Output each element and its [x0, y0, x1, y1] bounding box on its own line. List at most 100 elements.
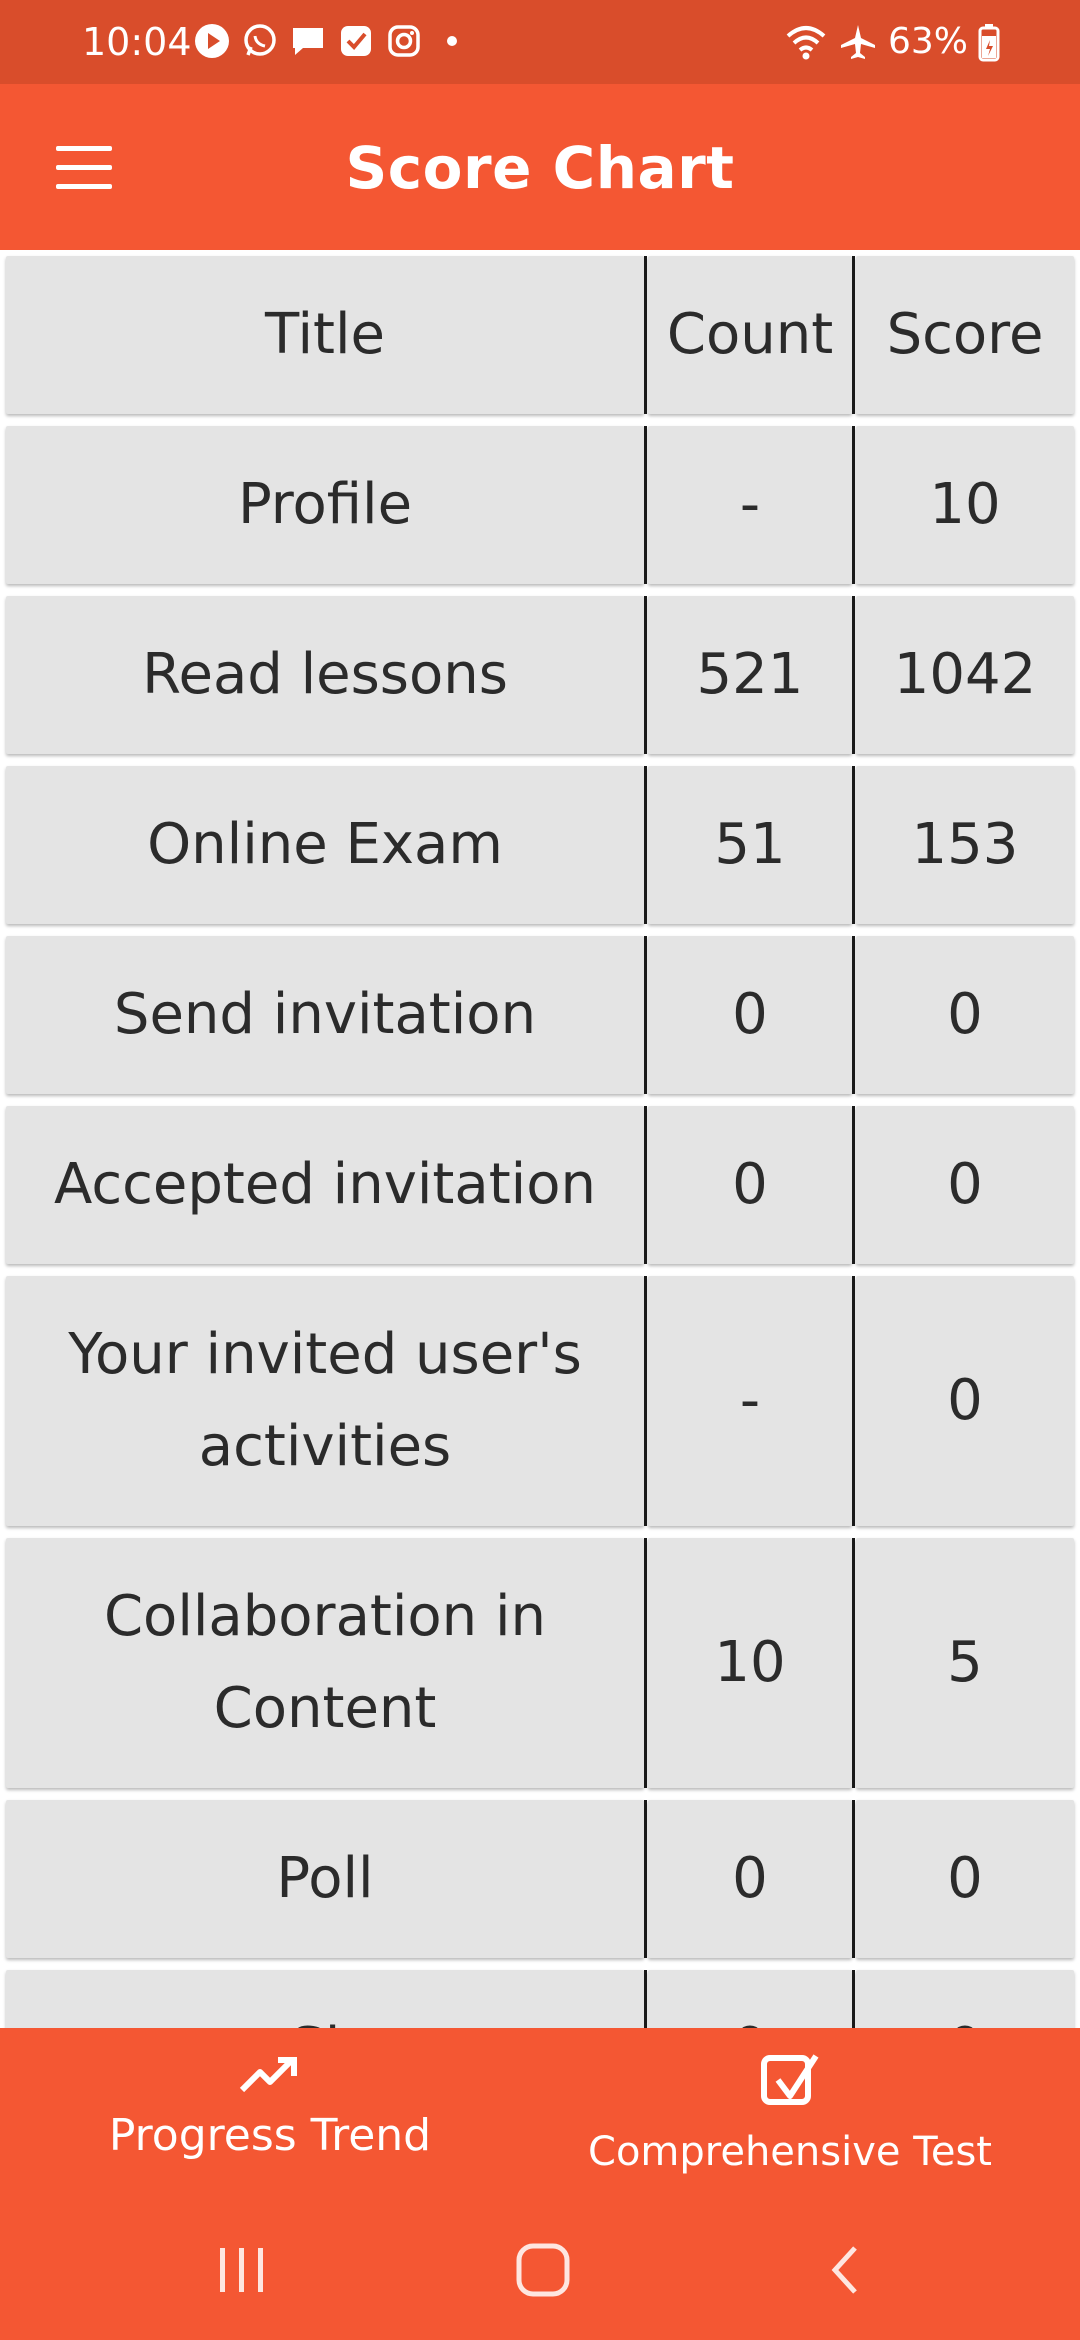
- row-count-cell: 51: [648, 766, 852, 924]
- table-row: Accepted invitation 0 0: [0, 1100, 1080, 1270]
- row-count: 51: [714, 812, 786, 877]
- row-title-cell: Online Exam: [6, 766, 644, 924]
- row-count: 0: [732, 1846, 768, 1911]
- row-score: 0: [947, 1368, 983, 1433]
- header-title: Title: [6, 256, 644, 414]
- column-divider: [852, 1970, 855, 2028]
- column-divider: [644, 936, 647, 1094]
- row-count: -: [739, 1368, 761, 1433]
- play-icon: [195, 24, 229, 58]
- recents-icon[interactable]: [182, 2220, 302, 2320]
- column-divider: [852, 936, 855, 1094]
- row-score: 0: [947, 982, 983, 1047]
- row-count: -: [739, 472, 761, 537]
- row-title: Send invitation: [113, 982, 537, 1047]
- table-row: Send invitation 0 0: [0, 930, 1080, 1100]
- row-count-cell: 0: [648, 936, 852, 1094]
- whatsapp-icon: [244, 24, 276, 56]
- column-divider: [644, 1276, 647, 1526]
- comprehensive-test-button[interactable]: Comprehensive Test: [520, 2050, 1060, 2210]
- row-title: Online Exam: [147, 812, 503, 877]
- row-count: 521: [696, 642, 804, 707]
- row-score: 5: [947, 1630, 983, 1695]
- row-score-cell: 5: [856, 1538, 1074, 1788]
- table-row: Profile - 10: [0, 420, 1080, 590]
- row-score: 10: [929, 472, 1001, 537]
- row-title-cell: Accepted invitation: [6, 1106, 644, 1264]
- row-score-cell: 0: [856, 1276, 1074, 1526]
- row-score-cell: 0: [856, 1106, 1074, 1264]
- row-title: Accepted invitation: [54, 1152, 596, 1217]
- row-score-cell: 0: [856, 936, 1074, 1094]
- row-score: 0: [947, 1846, 983, 1911]
- row-score-cell: 0: [856, 1970, 1074, 2028]
- column-divider: [852, 426, 855, 584]
- row-title-cell: Sh: [6, 1970, 644, 2028]
- column-divider: [644, 766, 647, 924]
- row-title: Your invited user's activities: [68, 1322, 582, 1479]
- progress-trend-button[interactable]: Progress Trend: [0, 2050, 540, 2210]
- row-count: 10: [714, 1630, 786, 1695]
- status-bar: 10:04 63%: [0, 0, 1080, 84]
- column-divider: [852, 1800, 855, 1958]
- row-score-cell: 0: [856, 1800, 1074, 1958]
- column-divider: [644, 426, 647, 584]
- row-title-cell: Your invited user's activities: [6, 1276, 644, 1526]
- airplane-icon: [840, 25, 875, 59]
- checkbox-app-icon: [341, 26, 371, 56]
- row-count: 0: [732, 982, 768, 1047]
- instagram-icon: [388, 25, 420, 57]
- table-row: Read lessons 521 1042: [0, 590, 1080, 760]
- column-divider: [852, 596, 855, 754]
- header-count-text: Count: [666, 302, 834, 367]
- row-score: 1042: [893, 642, 1037, 707]
- row-count-cell: 0: [648, 1800, 852, 1958]
- score-table[interactable]: Title Count Score Profile - 10 Read less…: [0, 250, 1080, 2028]
- progress-trend-label: Progress Trend: [108, 2110, 432, 2161]
- row-title-cell: Collaboration in Content: [6, 1538, 644, 1788]
- column-divider: [644, 596, 647, 754]
- column-divider: [852, 1538, 855, 1788]
- back-icon[interactable]: [786, 2220, 906, 2320]
- home-icon[interactable]: [483, 2220, 603, 2320]
- row-title-cell: Send invitation: [6, 936, 644, 1094]
- dot-icon: [447, 36, 457, 46]
- table-row: Poll 0 0: [0, 1794, 1080, 1964]
- row-count-cell: -: [648, 426, 852, 584]
- row-score-cell: 10: [856, 426, 1074, 584]
- row-count-cell: -: [648, 1276, 852, 1526]
- trending-up-icon: [239, 2057, 297, 2093]
- table-row: Online Exam 51 153: [0, 760, 1080, 930]
- table-header-row: Title Count Score: [0, 250, 1080, 420]
- column-divider: [852, 766, 855, 924]
- row-count: 0: [712, 2003, 788, 2028]
- message-icon: [293, 28, 323, 55]
- column-divider: [852, 1106, 855, 1264]
- row-title: Collaboration in Content: [103, 1584, 547, 1741]
- header-score: Score: [856, 256, 1074, 414]
- row-score-cell: 153: [856, 766, 1074, 924]
- column-divider: [644, 1970, 647, 2028]
- row-title: Poll: [276, 1846, 374, 1911]
- wifi-icon: [786, 26, 826, 60]
- table-row: Your invited user's activities - 0: [0, 1270, 1080, 1532]
- comprehensive-test-label: Comprehensive Test: [588, 2129, 992, 2175]
- column-divider: [644, 1106, 647, 1264]
- system-nav-bar: [0, 2220, 1080, 2320]
- row-score: 0: [947, 1152, 983, 1217]
- row-title-cell: Read lessons: [6, 596, 644, 754]
- column-divider: [852, 1276, 855, 1526]
- header-count: Count: [648, 256, 852, 414]
- row-title: Profile: [237, 472, 413, 537]
- row-title-cell: Poll: [6, 1800, 644, 1958]
- notification-icons: [193, 22, 471, 60]
- row-title: Read lessons: [142, 642, 508, 707]
- header-title-text: Title: [264, 302, 385, 367]
- app-bar: Score Chart: [0, 84, 1080, 250]
- table-row: Sh 0 0: [0, 1964, 1080, 2028]
- row-count-cell: 10: [648, 1538, 852, 1788]
- row-score: 153: [911, 812, 1019, 877]
- page-title: Score Chart: [345, 134, 735, 202]
- status-time: 10:04: [82, 20, 192, 64]
- status-right: 63%: [784, 18, 1000, 66]
